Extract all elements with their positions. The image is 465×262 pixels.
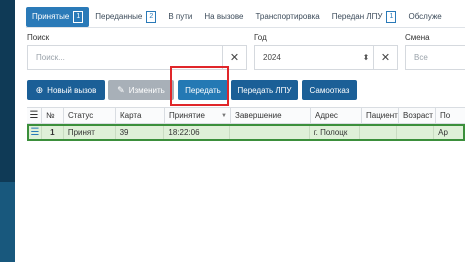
year-label: Год	[254, 33, 267, 42]
tab-label: На вызове	[204, 12, 244, 21]
transfer-lpu-button[interactable]: Передать ЛПУ	[231, 80, 298, 100]
tab-label: Передан ЛПУ	[331, 12, 383, 21]
row-patient	[360, 126, 398, 139]
tab-badge: 1	[73, 10, 84, 23]
tab-label: Транспортировка	[255, 12, 320, 21]
tab-badge: 1	[386, 10, 397, 23]
column-header[interactable]: По	[436, 108, 465, 123]
menu-icon[interactable]: ☰	[29, 126, 42, 139]
self-refusal-button[interactable]: Самоотказ	[302, 80, 357, 100]
tab-on-call[interactable]: На вызове	[198, 7, 249, 27]
row-address: г. Полоцк	[310, 126, 361, 139]
edit-button[interactable]: ✎ Изменить	[108, 80, 174, 100]
spinner-arrows-icon[interactable]: ⬍	[359, 53, 373, 62]
table-header: ☰ № Статус Карта Принятие ▼ Завершение А…	[27, 107, 465, 124]
table-row[interactable]: ☰ 1 Принят 39 18:22:06 г. Полоцк Ар	[27, 124, 465, 141]
self-refusal-label: Самоотказ	[309, 85, 350, 95]
left-sidebar-accent	[0, 182, 15, 262]
new-call-button[interactable]: ⊕ Новый вызов	[27, 80, 105, 100]
column-header[interactable]: Статус	[64, 108, 116, 123]
tab-en-route[interactable]: В пути	[162, 7, 198, 27]
year-select[interactable]: 2024 ⬍ ✕	[254, 45, 398, 70]
row-status: Принят	[64, 126, 116, 139]
transfer-lpu-label: Передать ЛПУ	[237, 85, 292, 95]
column-header[interactable]: Принятие ▼	[165, 108, 231, 123]
row-age	[397, 126, 435, 139]
search-input[interactable]: Поиск...	[28, 53, 222, 62]
left-sidebar	[0, 0, 15, 262]
row-number: 1	[42, 126, 64, 139]
column-header[interactable]: Карта	[116, 108, 165, 123]
row-accepted: 18:22:06	[164, 126, 231, 139]
column-header[interactable]: Пациент	[362, 108, 399, 123]
close-icon[interactable]: ✕	[373, 46, 397, 69]
year-value: 2024	[263, 53, 281, 62]
edit-label: Изменить	[128, 85, 165, 95]
tab-transferred[interactable]: Переданные 2	[89, 7, 162, 27]
shift-label: Смена	[405, 33, 430, 42]
row-extra: Ар	[438, 128, 448, 137]
new-call-label: Новый вызов	[47, 85, 97, 95]
status-tabs: Принятые 1 Переданные 2 В пути На вызове…	[26, 6, 465, 28]
tab-label: Переданные	[95, 12, 143, 21]
tab-served[interactable]: Обслуже	[402, 7, 447, 27]
calls-table: ☰ № Статус Карта Принятие ▼ Завершение А…	[27, 107, 465, 141]
tab-transferred-lpu[interactable]: Передан ЛПУ 1	[326, 7, 403, 27]
column-header-label: Принятие	[169, 111, 205, 120]
column-header[interactable]: №	[42, 108, 64, 123]
tab-accepted[interactable]: Принятые 1	[26, 6, 90, 27]
column-header[interactable]: Возраст	[399, 108, 436, 123]
tab-label: Принятые	[32, 12, 70, 21]
tab-label: Обслуже	[408, 12, 442, 21]
row-finished	[230, 126, 310, 139]
edit-icon: ✎	[117, 84, 125, 95]
menu-icon[interactable]: ☰	[27, 108, 42, 123]
chevron-down-icon: ▼	[221, 112, 227, 119]
shift-select[interactable]: Все	[405, 45, 465, 70]
row-card: 39	[116, 126, 165, 139]
shift-value: Все	[414, 53, 428, 62]
column-header[interactable]: Завершение	[231, 108, 311, 123]
tab-label: В пути	[168, 12, 193, 21]
plus-circle-icon: ⊕	[35, 84, 44, 95]
column-header[interactable]: Адрес	[311, 108, 362, 123]
tab-transport[interactable]: Транспортировка	[249, 7, 325, 27]
tab-badge: 2	[146, 10, 157, 23]
search-label: Поиск	[27, 33, 50, 42]
highlight-box	[170, 66, 229, 106]
